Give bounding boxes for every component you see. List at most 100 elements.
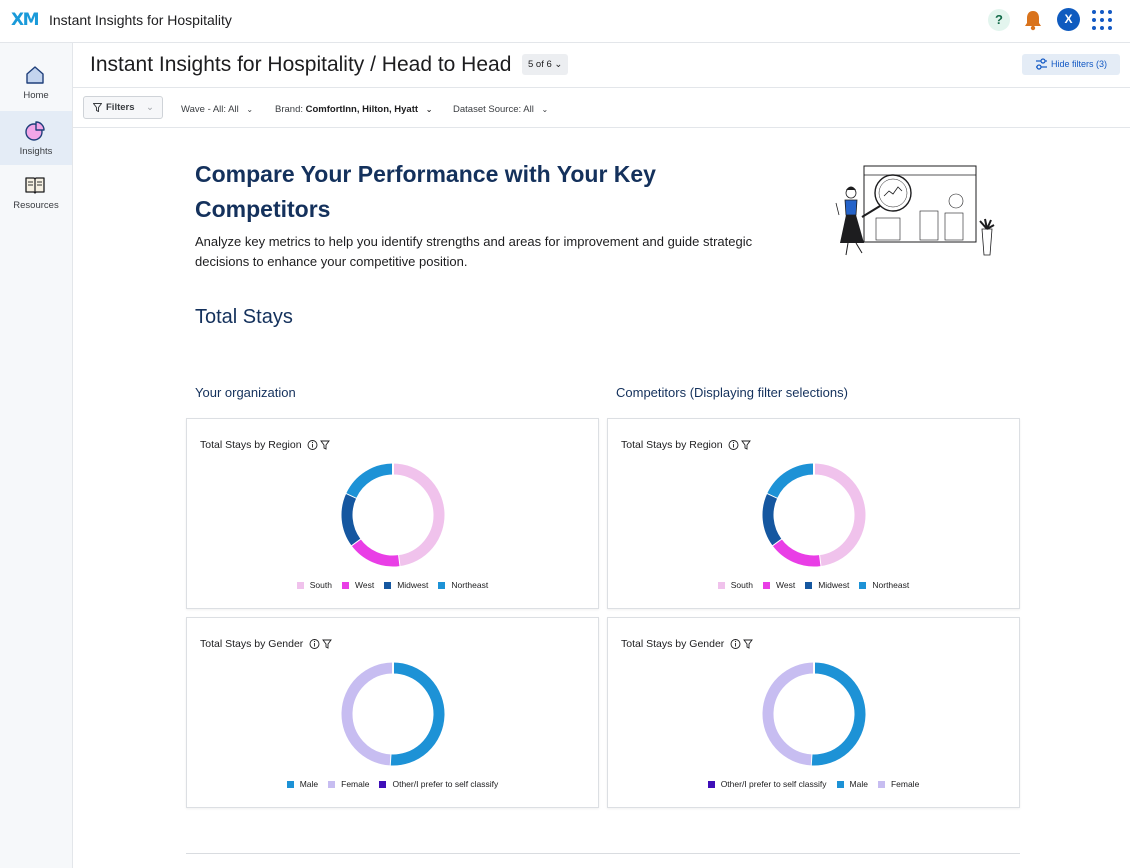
sidebar-item-label: Resources [13, 200, 59, 211]
page-count: 5 of 6 [528, 59, 552, 70]
legend-label: Midwest [397, 580, 429, 590]
section-title: Total Stays [195, 306, 293, 328]
xm-logo[interactable]: XM [11, 10, 40, 30]
legend-label: Midwest [818, 580, 850, 590]
legend-label: Male [299, 779, 319, 789]
sidebar-item-insights[interactable]: Insights [0, 111, 72, 165]
legend-item[interactable]: Other/I prefer to self classify [379, 779, 498, 789]
chevron-down-icon: ⌄ [554, 59, 563, 70]
chart-title: Total Stays by Gender [621, 638, 725, 650]
legend-item[interactable]: Northeast [859, 580, 909, 590]
legend-item[interactable]: Other/I prefer to self classify [707, 779, 827, 789]
page-selector[interactable]: 5 of 6 ⌄ [522, 54, 569, 75]
legend-swatch [836, 780, 844, 788]
donut-slice-northeast[interactable] [767, 463, 815, 498]
dataset-source-label: Dataset Source: [453, 104, 522, 115]
competitor-gender-card: Total Stays by Gender Other/I prefer to … [607, 617, 1020, 808]
chart-legend: Male Female Other/I prefer to self classif… [187, 779, 598, 789]
legend-swatch [296, 581, 304, 589]
legend-swatch [286, 780, 294, 788]
chevron-down-icon: ⌄ [146, 102, 154, 113]
donut-chart [341, 463, 445, 567]
info-icon[interactable] [307, 440, 318, 450]
page-title: Instant Insights for Hospitality / Head … [90, 53, 512, 76]
sidebar-item-label: Home [23, 90, 49, 101]
chart-actions [730, 637, 754, 655]
legend-swatch [438, 581, 446, 589]
legend-item[interactable]: Midwest [805, 580, 849, 590]
legend-item[interactable]: Female [877, 779, 920, 789]
chart-title: Total Stays by Gender [200, 638, 304, 650]
info-icon[interactable] [728, 440, 739, 450]
hide-filters-label: Hide filters (3) [1051, 59, 1108, 69]
filter-icon[interactable] [322, 639, 332, 649]
legend-item[interactable]: South [717, 580, 753, 590]
legend-item[interactable]: West [341, 580, 375, 590]
donut-slice-midwest[interactable] [762, 493, 782, 546]
filter-icon[interactable] [320, 440, 330, 450]
legend-swatch [384, 581, 392, 589]
legend-swatch [877, 780, 885, 788]
org-region-card: Total Stays by Region South West Midwest No… [186, 418, 599, 609]
analyst-illustration [835, 165, 995, 256]
legend-label: South [730, 580, 753, 590]
filter-icon[interactable] [743, 639, 753, 649]
filter-bar: Filters ⌄ Wave - All: All ⌄ Brand: Comfo… [73, 88, 1130, 128]
wave-filter[interactable]: Wave - All: All ⌄ [181, 104, 253, 115]
filters-label: Filters [106, 102, 135, 113]
legend-label: Female [341, 779, 370, 789]
info-icon[interactable] [730, 639, 741, 649]
info-icon[interactable] [309, 639, 320, 649]
hero-description: Analyze key metrics to help you identify… [195, 234, 753, 269]
dataset-source-filter[interactable]: Dataset Source: All ⌄ [453, 104, 548, 115]
brand-filter[interactable]: Brand: ComfortInn, Hilton, Hyatt ⌄ [275, 104, 432, 115]
filters-button[interactable]: Filters ⌄ [83, 96, 163, 119]
sliders-icon [1036, 58, 1047, 70]
donut-slice-west[interactable] [351, 538, 400, 567]
chevron-down-icon: ⌄ [246, 105, 254, 114]
donut-slice-female[interactable] [341, 662, 394, 766]
donut-slice-south[interactable] [392, 463, 445, 567]
legend-item[interactable]: Northeast [438, 580, 488, 590]
donut-chart [341, 662, 445, 766]
legend-swatch [707, 780, 715, 788]
chart-title: Total Stays by Region [200, 439, 302, 451]
chart-actions [309, 637, 333, 655]
bell-icon[interactable] [1023, 9, 1043, 31]
donut-slice-west[interactable] [772, 538, 821, 567]
sidebar-item-resources[interactable]: Resources [0, 165, 72, 219]
pie-chart-icon [25, 121, 45, 141]
org-gender-card: Total Stays by Gender Male Female Other/I … [186, 617, 599, 808]
hero-title: Compare Your Performance with Your Key C… [195, 161, 656, 222]
brand-filter-value: ComfortInn, Hilton, Hyatt [305, 104, 419, 115]
donut-slice-male[interactable] [810, 662, 866, 766]
hide-filters-button[interactable]: Hide filters (3) [1022, 54, 1120, 75]
legend-label: Female [890, 779, 920, 789]
legend-label: Other/I prefer to self classify [720, 779, 827, 789]
legend-item[interactable]: South [296, 580, 332, 590]
legend-label: Northeast [872, 580, 910, 590]
donut-slice-female[interactable] [762, 662, 815, 766]
home-icon [26, 66, 44, 84]
legend-item[interactable]: Midwest [384, 580, 428, 590]
filter-icon[interactable] [741, 440, 751, 450]
app-launcher-icon[interactable] [1092, 10, 1112, 30]
legend-label: Male [849, 779, 868, 789]
legend-item[interactable]: Male [286, 779, 319, 789]
legend-item[interactable]: Female [328, 779, 369, 789]
donut-slice-male[interactable] [389, 662, 445, 766]
legend-swatch [805, 581, 813, 589]
chart-legend: South West Midwest Northeast [187, 580, 598, 590]
donut-slice-midwest[interactable] [341, 493, 361, 546]
section-divider [186, 853, 1020, 854]
avatar[interactable]: X [1057, 8, 1080, 31]
top-bar: XM Instant Insights for Hospitality ? X [0, 0, 1130, 43]
legend-item[interactable]: West [762, 580, 795, 590]
legend-label: West [354, 580, 375, 590]
help-button[interactable]: ? [988, 9, 1010, 31]
donut-slice-south[interactable] [813, 463, 866, 567]
wave-filter-label: Wave - All: [181, 104, 227, 115]
donut-slice-northeast[interactable] [346, 463, 394, 498]
legend-item[interactable]: Male [836, 779, 868, 789]
sidebar-item-home[interactable]: Home [0, 55, 72, 109]
